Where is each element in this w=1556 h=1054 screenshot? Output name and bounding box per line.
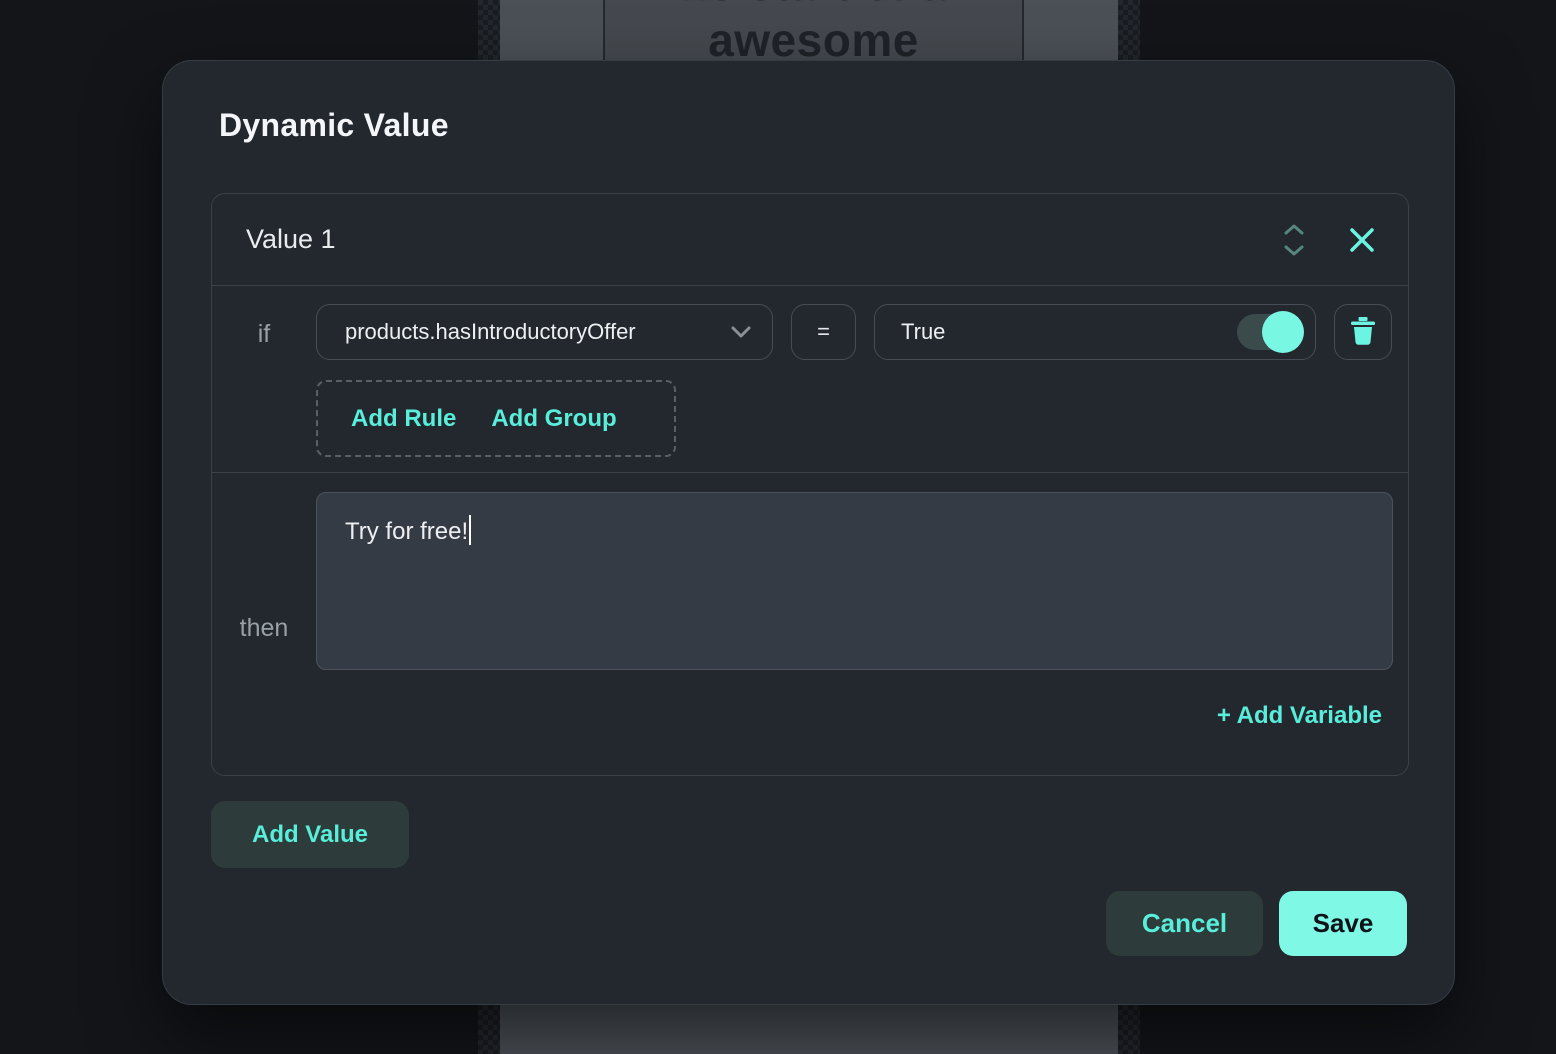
- modal-footer: Cancel Save: [1106, 891, 1407, 956]
- add-rule-group-box: Add Rule Add Group: [316, 380, 676, 457]
- if-label: if: [212, 320, 316, 349]
- condition-field-value: products.hasIntroductoryOffer: [345, 319, 636, 345]
- trash-icon: [1350, 317, 1376, 348]
- add-group-button[interactable]: Add Group: [491, 405, 616, 433]
- text-cursor: [469, 515, 471, 545]
- condition-value-field[interactable]: True: [874, 304, 1316, 360]
- then-label: then: [212, 614, 316, 643]
- chevron-down-icon: [730, 319, 752, 345]
- add-variable-button[interactable]: + Add Variable: [1217, 702, 1382, 730]
- toggle-knob: [1262, 311, 1304, 353]
- add-rule-button[interactable]: Add Rule: [351, 405, 456, 433]
- section-divider: [212, 472, 1408, 473]
- reorder-chevrons-icon[interactable]: [1282, 223, 1306, 257]
- save-button[interactable]: Save: [1279, 891, 1407, 956]
- condition-value-text: True: [901, 319, 945, 345]
- operator-button[interactable]: =: [791, 304, 856, 360]
- cancel-button[interactable]: Cancel: [1106, 891, 1263, 956]
- canvas-heading-line1: The start of an: [605, 0, 1022, 12]
- boolean-toggle[interactable]: [1237, 314, 1301, 350]
- modal-title: Dynamic Value: [219, 107, 449, 144]
- then-text-value: Try for free!: [345, 518, 468, 545]
- close-icon[interactable]: [1348, 226, 1376, 254]
- dynamic-value-modal: Dynamic Value Value 1 if: [162, 60, 1455, 1005]
- condition-field-dropdown[interactable]: products.hasIntroductoryOffer: [316, 304, 773, 360]
- value-card-header: Value 1: [212, 194, 1408, 286]
- then-text-input[interactable]: Try for free!: [316, 492, 1393, 670]
- add-value-button[interactable]: Add Value: [211, 801, 409, 868]
- delete-rule-button[interactable]: [1334, 304, 1392, 360]
- value-card: Value 1 if products.has: [211, 193, 1409, 776]
- value-card-title: Value 1: [246, 224, 336, 255]
- condition-row: products.hasIntroductoryOffer = True: [316, 304, 1392, 360]
